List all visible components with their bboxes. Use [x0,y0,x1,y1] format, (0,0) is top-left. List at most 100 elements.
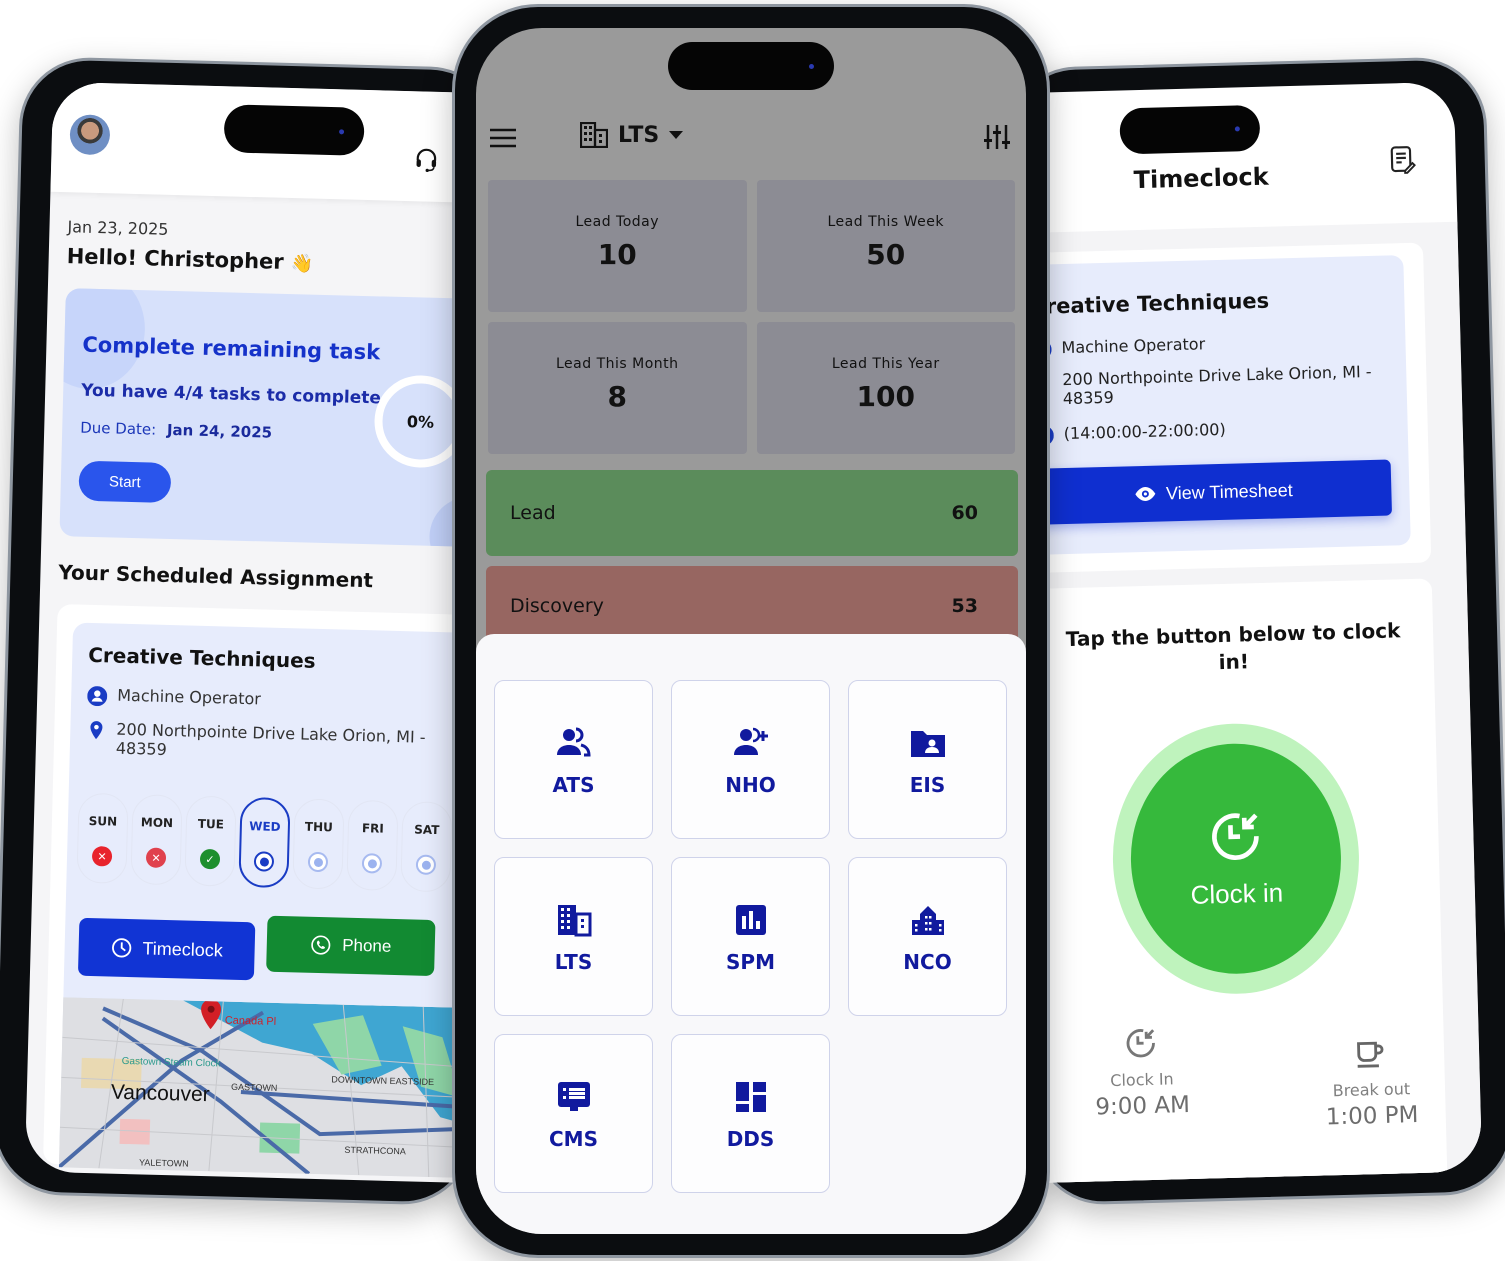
task-card: Complete remaining task You have 4/4 tas… [59,288,496,548]
phone-button[interactable]: Phone [266,915,436,977]
day-label: WED [249,819,281,834]
timeclock-body: Creative Techniques Machine Operator 200… [1012,221,1483,1184]
stat-card[interactable]: Lead This Year 100 [756,322,1015,454]
day-sat[interactable]: SAT [400,801,453,893]
radio-dot-icon [307,851,329,873]
module-tile-nho[interactable]: NHO [671,680,830,839]
x-circle-icon: ✕ [91,846,113,867]
task-due-date: Due Date: Jan 24, 2025 [80,419,272,442]
dynamic-island [668,42,834,90]
clock-in-label: Clock in [1190,876,1284,910]
task-subtitle: You have 4/4 tasks to complete [80,380,382,409]
assignment-box: Creative Techniques Machine Operator 200… [58,622,494,1179]
home-screen: Jan 23, 2025 Hello! Christopher 👋 Comple… [24,81,514,1184]
headset-icon[interactable] [413,146,440,173]
user-avatar[interactable] [69,114,111,156]
greeting-text: Hello! Christopher [66,244,284,274]
stat-label: Lead Today [575,214,660,230]
map-label-gastown: GASTOWN [231,1082,278,1093]
clock-in-stat: Clock In 9:00 AM [1093,1025,1190,1120]
stat-value: 8 [607,380,627,413]
caret-down-icon [669,131,684,139]
shift-text: (14:00:00-22:00:00) [1063,419,1226,444]
hamburger-icon[interactable] [490,128,516,148]
module-selector[interactable]: LTS [580,122,684,148]
module-tile-eis[interactable]: EIS [848,680,1007,839]
clock-in-stat-value: 9:00 AM [1095,1092,1191,1121]
stage-row-lead[interactable]: Lead 60 [486,470,1018,556]
module-grid: ATS NHO EIS LTS SPM NCO CMS DDS [494,680,1007,1193]
edit-note-icon[interactable] [1389,145,1417,176]
lead-stats-grid: Lead Today 10 Lead This Week 50 Lead This Mo… [488,180,1015,454]
radio-dot-icon [415,854,437,876]
address-row: 200 Northpointe Drive Lake Orion, MI - 4… [1032,362,1373,409]
module-label: ATS [552,772,595,797]
view-timesheet-label: View Timesheet [1165,479,1293,503]
city-icon [908,900,948,944]
eye-icon [1135,486,1155,501]
day-wed[interactable]: WED [238,796,291,889]
stage-value: 53 [951,595,978,617]
current-date: Jan 23, 2025 [67,217,169,239]
stat-value: 50 [866,238,906,271]
stage-label: Lead [510,502,556,524]
stage-value: 60 [951,502,978,524]
right-phone-frame: Timeclock Creative Techniques Machine Op… [1005,55,1505,1207]
message-list-icon [554,1077,594,1121]
address-text: 200 Northpointe Drive Lake Orion, MI - 4… [1062,361,1372,409]
module-tile-lts[interactable]: LTS [494,857,653,1016]
person-circle-icon [87,686,108,707]
map-label-city: Vancouver [111,1081,210,1107]
building-icon [580,122,608,148]
stat-card[interactable]: Lead This Month 8 [488,322,747,454]
left-phone-frame: Jan 23, 2025 Hello! Christopher 👋 Comple… [0,55,514,1207]
day-mon[interactable]: MON ✕ [130,794,183,886]
location-map[interactable]: Canada Pl Gastown Steam Clock Vancouver … [58,997,484,1179]
module-label: LTS [554,949,593,974]
building-icon [554,900,594,944]
folder-person-icon [908,723,948,767]
dashboard-icon [731,1077,771,1121]
home-header [50,81,514,204]
phone-icon [311,935,331,955]
clock-in-small-icon [1126,1029,1156,1058]
view-timesheet-button[interactable]: View Timesheet [1034,459,1393,525]
module-tile-cms[interactable]: CMS [494,1034,653,1193]
wave-emoji-icon: 👋 [290,253,314,275]
stat-label: Lead This Year [831,356,940,372]
location-pin-icon [90,721,103,740]
dynamic-island [223,104,365,156]
clock-in-icon [1212,812,1259,860]
stat-value: 10 [597,238,637,271]
module-label: SPM [726,949,775,974]
day-sun[interactable]: SUN ✕ [76,792,129,884]
role-row: Machine Operator [1031,334,1205,360]
module-tile-spm[interactable]: SPM [671,857,830,1016]
shift-row: (14:00:00-22:00:00) [1033,419,1226,446]
stat-card[interactable]: Lead This Week 50 [756,180,1015,312]
stat-label: Lead This Month [555,356,679,372]
stat-label: Lead This Week [827,214,944,230]
schedule-card: Creative Techniques Machine Operator 200… [42,604,494,1179]
day-label: THU [304,819,334,835]
stat-card[interactable]: Lead Today 10 [488,180,747,312]
day-fri[interactable]: FRI [346,799,399,892]
due-label: Due Date: [80,418,157,439]
weekday-selector: SUN ✕ MON ✕ TUE ✓ WED THU FRI SAT [76,792,453,893]
radio-dot-icon [253,851,275,872]
day-thu[interactable]: THU [292,798,345,890]
module-tile-nco[interactable]: NCO [848,857,1007,1016]
module-tile-ats[interactable]: ATS [494,680,653,839]
timeclock-title: Timeclock [1133,162,1269,195]
start-button[interactable]: Start [78,460,172,503]
timeclock-button[interactable]: Timeclock [77,917,256,981]
day-tue[interactable]: TUE ✓ [184,795,237,887]
check-circle-icon: ✓ [199,848,221,870]
stage-label: Discovery [510,595,604,617]
module-tile-dds[interactable]: DDS [671,1034,830,1193]
greeting: Hello! Christopher 👋 [66,244,313,274]
sliders-icon[interactable] [984,124,1010,150]
assignment-company: Creative Techniques [1030,288,1270,319]
stat-value: 100 [856,380,915,413]
bar-chart-icon [731,900,771,944]
